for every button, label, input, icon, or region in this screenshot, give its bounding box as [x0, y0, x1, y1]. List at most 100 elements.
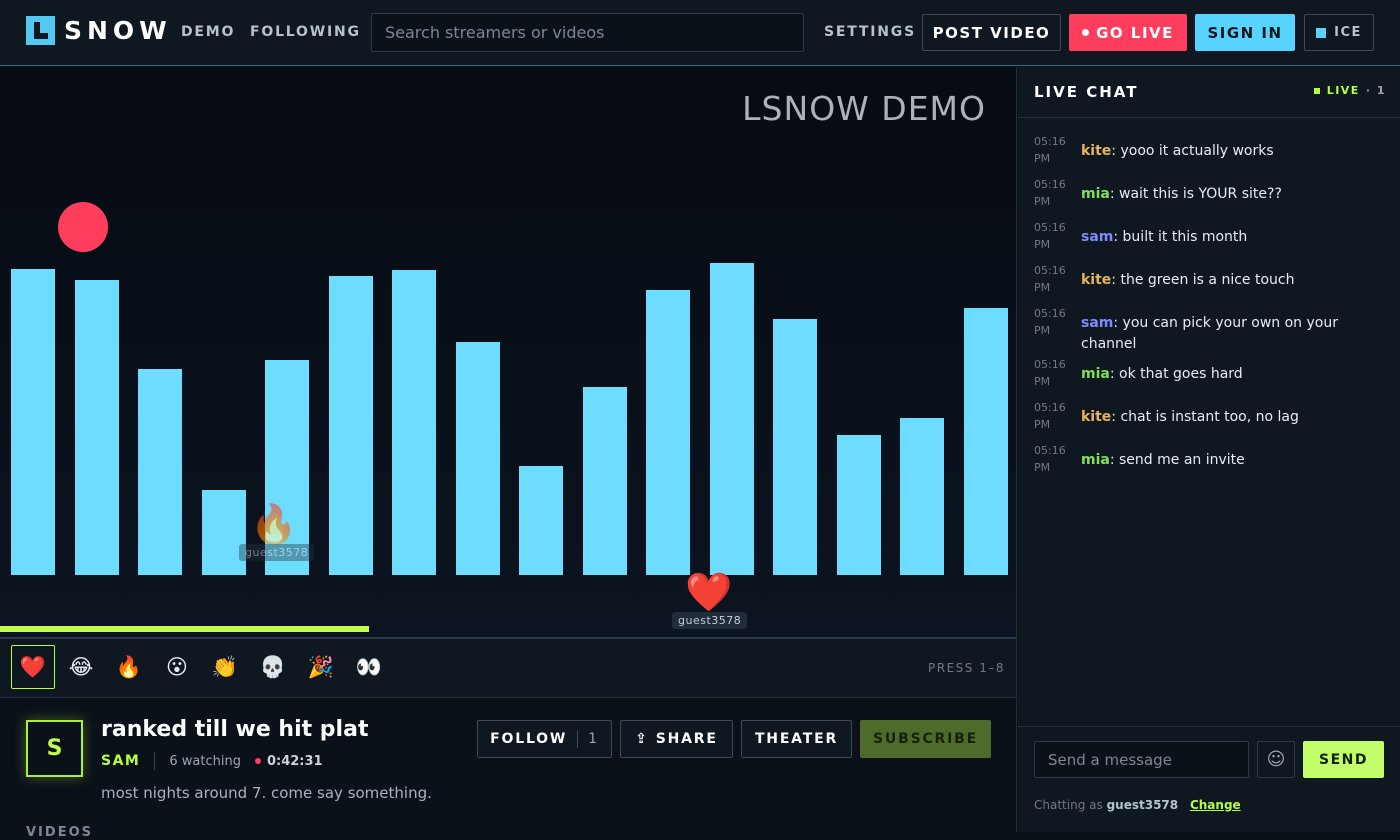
- message-timestamp: 05:16 PM: [1034, 264, 1066, 294]
- logo[interactable]: SNOW: [26, 16, 172, 45]
- theater-button[interactable]: THEATER: [741, 720, 852, 758]
- chatting-as-label: Chatting as: [1034, 798, 1103, 812]
- nav-demo[interactable]: DEMO: [181, 24, 235, 40]
- reaction-fire-button[interactable]: 🔥: [107, 645, 151, 689]
- message-text: chat is instant too, no lag: [1120, 409, 1299, 425]
- live-label: LIVE: [1326, 84, 1360, 97]
- chat-title: LIVE CHAT: [1034, 83, 1139, 101]
- floating-reaction: 🔥 guest3578: [239, 504, 315, 561]
- message-separator: :: [1109, 452, 1120, 468]
- reaction-wow-button[interactable]: 😮: [155, 645, 199, 689]
- sign-in-button[interactable]: SIGN IN: [1195, 14, 1295, 51]
- message-username[interactable]: sam: [1081, 315, 1113, 331]
- divider: [577, 730, 579, 748]
- nav-following[interactable]: FOLLOWING: [250, 24, 361, 40]
- emoji-picker-button[interactable]: ☺: [1257, 741, 1295, 778]
- smiley-icon: ☺: [1266, 749, 1286, 770]
- share-label: SHARE: [655, 731, 718, 747]
- message-username[interactable]: kite: [1081, 143, 1111, 159]
- message-text: wait this is YOUR site??: [1119, 186, 1282, 202]
- reaction-clap-button[interactable]: 👏: [203, 645, 247, 689]
- chat-message: 05:16 PM mia: send me an invite: [1034, 442, 1386, 484]
- reaction-party-button[interactable]: 🎉: [299, 645, 343, 689]
- top-bar: SNOW DEMO FOLLOWING SETTINGS POST VIDEO …: [0, 0, 1400, 66]
- message-username[interactable]: mia: [1081, 452, 1110, 468]
- message-username[interactable]: kite: [1081, 272, 1111, 288]
- reaction-laugh-button[interactable]: 😂: [59, 645, 103, 689]
- reaction-hint: PRESS 1–8: [928, 661, 1005, 675]
- theme-button[interactable]: ICE: [1304, 14, 1374, 51]
- viewer-count: 6 watching: [169, 753, 241, 769]
- chat-panel: LIVE CHAT LIVE · 1 05:16 PM kite: yooo it…: [1018, 67, 1400, 832]
- visualizer-bar: [773, 319, 817, 575]
- search-input[interactable]: [371, 13, 804, 52]
- subscribe-button[interactable]: SUBSCRIBE: [860, 720, 991, 758]
- share-button[interactable]: ⇪ SHARE: [620, 720, 733, 758]
- message-timestamp: 05:16 PM: [1034, 444, 1066, 474]
- visualizer-bar: [329, 276, 373, 575]
- message-text: send me an invite: [1119, 452, 1245, 468]
- theme-label: ICE: [1334, 25, 1362, 40]
- chat-message: 05:16 PM kite: the green is a nice touch: [1034, 262, 1386, 304]
- visualizer-bar: [138, 369, 182, 575]
- stream-meta: SAM 6 watching 0:42:31: [101, 752, 323, 770]
- chat-message: 05:16 PM kite: yooo it actually works: [1034, 133, 1386, 175]
- stream-description: most nights around 7. come say something…: [101, 784, 432, 802]
- reaction-heart-button[interactable]: ❤️: [11, 645, 55, 689]
- change-name-link[interactable]: Change: [1190, 798, 1241, 812]
- message-text: yooo it actually works: [1120, 143, 1274, 159]
- message-username[interactable]: mia: [1081, 366, 1110, 382]
- chat-live-status: LIVE · 1: [1313, 84, 1386, 97]
- visualizer-bar: [392, 270, 436, 575]
- message-timestamp: 05:16 PM: [1034, 221, 1066, 251]
- floating-reaction: ❤️ guest3578: [672, 570, 748, 629]
- logo-text: SNOW: [64, 16, 172, 45]
- streamer-name[interactable]: SAM: [101, 753, 140, 769]
- reaction-bar: ❤️ 😂 🔥 😮 👏 💀 🎉 👀 PRESS 1–8: [0, 639, 1017, 698]
- reaction-eyes-button[interactable]: 👀: [347, 645, 391, 689]
- chat-message: 05:16 PM mia: wait this is YOUR site??: [1034, 176, 1386, 218]
- chat-message-input[interactable]: [1034, 741, 1249, 778]
- message-timestamp: 05:16 PM: [1034, 178, 1066, 208]
- visualizer-bar: [456, 342, 500, 575]
- follower-count: 1: [588, 731, 599, 747]
- video-player[interactable]: LSNOW DEMO 🔥 guest3578 ❤️ guest3578: [0, 67, 1017, 639]
- chatting-as-user: guest3578: [1106, 798, 1179, 812]
- share-icon: ⇪: [635, 731, 649, 747]
- avatar[interactable]: S: [26, 720, 83, 777]
- chat-message: 05:16 PM mia: ok that goes hard: [1034, 356, 1386, 398]
- heart-icon: ❤️: [685, 570, 733, 614]
- message-timestamp: 05:16 PM: [1034, 135, 1066, 165]
- chat-messages: 05:16 PM kite: yooo it actually works 05:1…: [1034, 133, 1386, 485]
- reaction-user: guest3578: [239, 544, 315, 561]
- message-separator: :: [1109, 186, 1120, 202]
- chat-message: 05:16 PM kite: chat is instant too, no la…: [1034, 399, 1386, 441]
- reaction-skull-button[interactable]: 💀: [251, 645, 295, 689]
- go-live-label: GO LIVE: [1096, 23, 1174, 42]
- go-live-button[interactable]: GO LIVE: [1069, 14, 1187, 51]
- playback-progress[interactable]: [0, 626, 370, 632]
- chat-header: LIVE CHAT LIVE · 1: [1018, 67, 1400, 118]
- visualizer-bar: [75, 280, 119, 575]
- visualizer-bar: [646, 290, 690, 575]
- l-logo-icon: [26, 16, 55, 45]
- message-username[interactable]: mia: [1081, 186, 1110, 202]
- post-video-button[interactable]: POST VIDEO: [922, 14, 1061, 51]
- follow-label: FOLLOW: [490, 731, 568, 747]
- divider: [1018, 726, 1400, 727]
- message-text: ok that goes hard: [1119, 366, 1243, 382]
- message-timestamp: 05:16 PM: [1034, 358, 1066, 388]
- message-username[interactable]: sam: [1081, 229, 1113, 245]
- send-button[interactable]: SEND: [1303, 741, 1384, 778]
- message-username[interactable]: kite: [1081, 409, 1111, 425]
- stream-elapsed: 0:42:31: [266, 753, 323, 769]
- live-dot-icon: [254, 758, 261, 764]
- message-text: built it this month: [1122, 229, 1248, 245]
- nav-settings[interactable]: SETTINGS: [824, 24, 916, 40]
- visualizer-bar: [583, 387, 627, 575]
- visualizer-bar: [837, 435, 881, 575]
- follow-button[interactable]: FOLLOW 1: [477, 720, 612, 758]
- message-separator: :: [1113, 229, 1123, 245]
- chat-message: 05:16 PM sam: built it this month: [1034, 219, 1386, 261]
- visualizer-bar: [900, 418, 944, 575]
